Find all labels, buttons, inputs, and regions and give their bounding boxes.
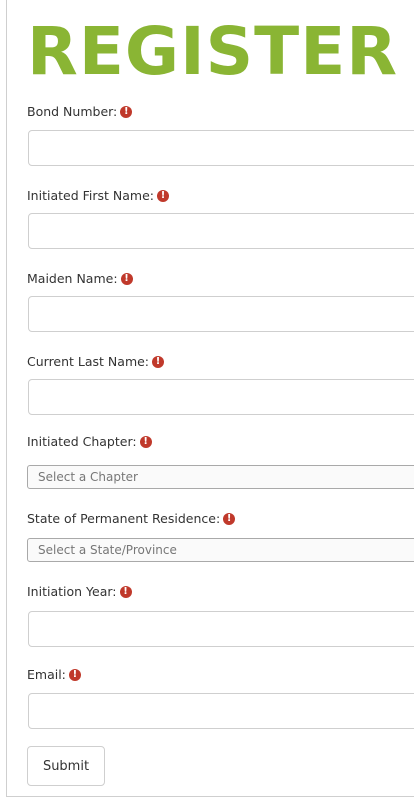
required-icon: ! bbox=[68, 668, 81, 681]
initiation-year-label-text: Initiation Year: bbox=[27, 584, 117, 599]
current-last-name-input[interactable] bbox=[28, 379, 414, 415]
required-icon: ! bbox=[223, 512, 236, 525]
initiated-chapter-label: Initiated Chapter: ! bbox=[27, 434, 152, 449]
initiated-first-name-label-text: Initiated First Name: bbox=[27, 188, 154, 203]
initiation-year-label: Initiation Year: ! bbox=[27, 584, 132, 599]
state-residence-select[interactable]: Select a State/Province bbox=[27, 538, 414, 562]
required-icon: ! bbox=[156, 189, 169, 202]
required-icon: ! bbox=[119, 585, 132, 598]
current-last-name-label-text: Current Last Name: bbox=[27, 354, 150, 369]
maiden-name-label-text: Maiden Name: bbox=[27, 271, 118, 286]
required-icon: ! bbox=[139, 435, 152, 448]
initiated-chapter-label-text: Initiated Chapter: bbox=[27, 434, 137, 449]
bond-number-input[interactable] bbox=[28, 130, 414, 166]
state-residence-label: State of Permanent Residence: ! bbox=[27, 511, 236, 526]
initiation-year-input[interactable] bbox=[28, 611, 414, 647]
bond-number-label: Bond Number: ! bbox=[27, 104, 133, 119]
required-icon: ! bbox=[120, 105, 133, 118]
initiated-first-name-label: Initiated First Name: ! bbox=[27, 188, 169, 203]
maiden-name-label: Maiden Name: ! bbox=[27, 271, 133, 286]
required-icon: ! bbox=[120, 272, 133, 285]
email-label-text: Email: bbox=[27, 667, 66, 682]
required-icon: ! bbox=[152, 355, 165, 368]
registration-form-panel: REGISTER Bond Number: ! Initiated First … bbox=[6, 0, 414, 797]
state-residence-label-text: State of Permanent Residence: bbox=[27, 511, 221, 526]
submit-button[interactable]: Submit bbox=[27, 746, 105, 786]
maiden-name-input[interactable] bbox=[28, 296, 414, 332]
email-label: Email: ! bbox=[27, 667, 81, 682]
bond-number-label-text: Bond Number: bbox=[27, 104, 118, 119]
page-title: REGISTER bbox=[27, 13, 399, 90]
email-input[interactable] bbox=[28, 693, 414, 729]
current-last-name-label: Current Last Name: ! bbox=[27, 354, 165, 369]
initiated-first-name-input[interactable] bbox=[28, 213, 414, 249]
initiated-chapter-select[interactable]: Select a Chapter bbox=[27, 465, 414, 489]
